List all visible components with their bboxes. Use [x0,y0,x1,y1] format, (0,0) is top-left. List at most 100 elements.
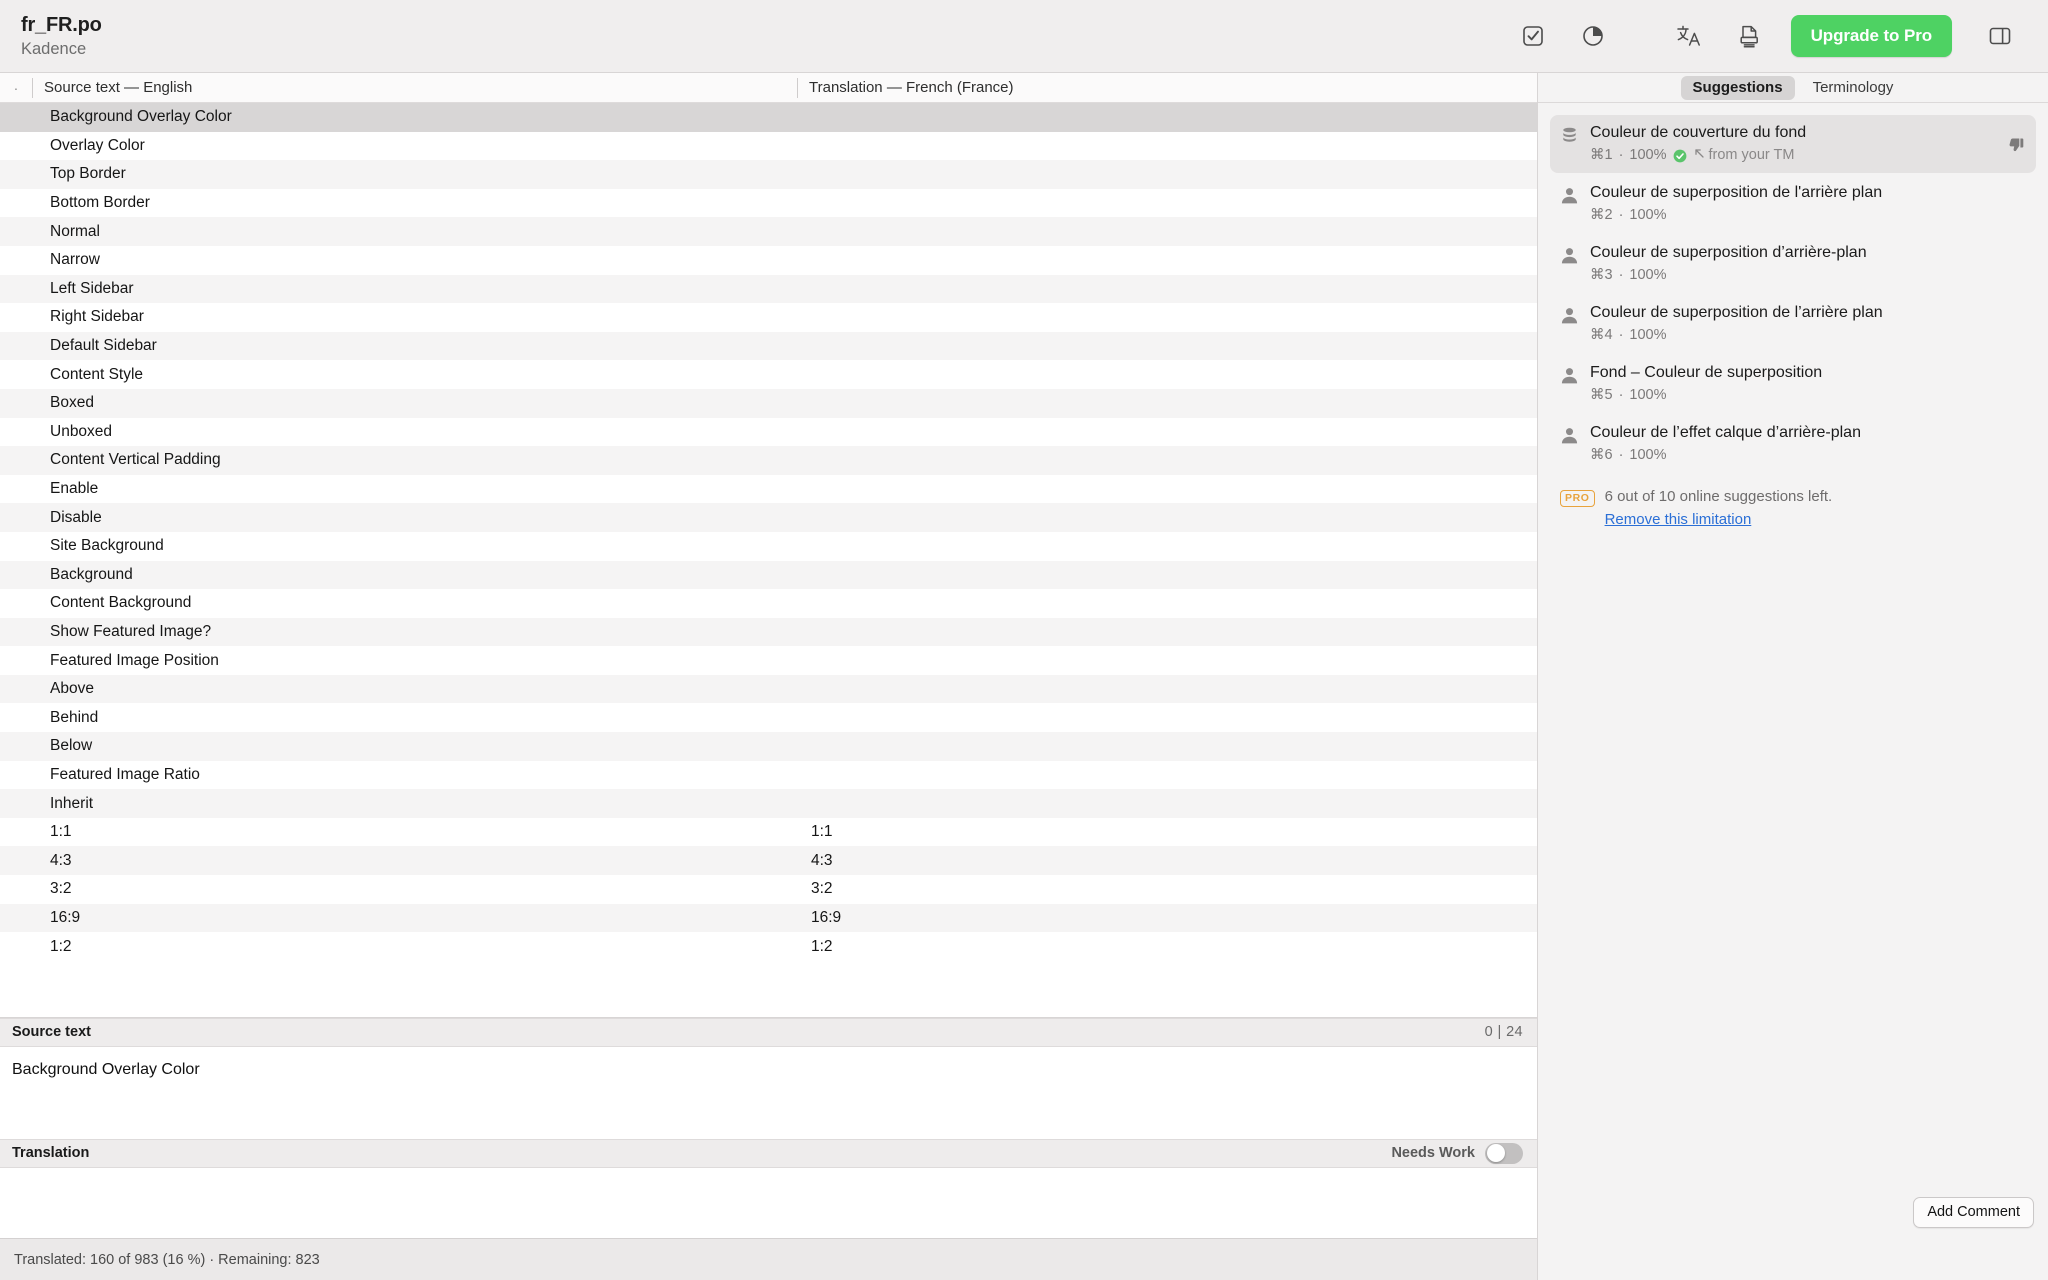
row-source-text: 16:9 [50,908,81,926]
suggestion-body: Couleur de couverture du fond ⌘1 · 100% from… [1590,123,2026,164]
source-text-label: Source text [12,1024,91,1041]
row-marker-column-header: · [13,79,19,96]
suggestion-score: 100% [1629,447,1667,463]
table-row[interactable]: Inherit [0,789,1537,818]
meta-separator-dot: · [1618,447,1624,463]
source-text-display: Background Overlay Color [0,1046,1537,1139]
verified-check-icon [1673,149,1687,163]
row-source-text: 1:1 [50,823,72,841]
person-icon [1560,303,1590,330]
row-source-text: Content Background [50,594,192,612]
upgrade-to-pro-button[interactable]: Upgrade to Pro [1790,15,1952,57]
pro-limitation-note: PRO 6 out of 10 online suggestions left. R… [1550,475,2036,531]
suggestion-item[interactable]: Couleur de couverture du fond ⌘1 · 100% from… [1550,115,2036,173]
character-counter: 0 | 24 [1484,1024,1523,1041]
sidebar-tabs: Suggestions Terminology [1538,73,2048,103]
sidebar-footer: Add Comment [1913,1197,2034,1228]
table-row[interactable]: Content Style [0,360,1537,389]
translation-column-header[interactable]: Translation — French (France) [797,77,1537,98]
suggestion-body: Couleur de superposition d’arrière-plan ⌘… [1590,243,2026,284]
person-icon [1560,183,1590,210]
statistics-pie-chart-icon[interactable] [1571,14,1615,58]
meta-separator-dot: · [1618,327,1624,343]
table-row[interactable]: Default Sidebar [0,331,1537,361]
table-row[interactable]: 16:9 16:9 [0,903,1537,933]
table-row[interactable]: Content Background [0,589,1537,618]
suggestion-item[interactable]: Fond – Couleur de superposition ⌘5 · 100% [1550,355,2036,413]
pre-translate-language-icon[interactable] [1667,14,1711,58]
table-row[interactable]: 1:1 1:1 [0,817,1537,847]
table-row[interactable]: Enable [0,474,1537,504]
suggestion-item[interactable]: Couleur de superposition de l'arrière pl… [1550,175,2036,233]
meta-separator-dot: · [1618,207,1624,223]
row-source-text: Site Background [50,537,164,555]
table-row[interactable]: Left Sidebar [0,274,1537,304]
add-comment-button[interactable]: Add Comment [1913,1197,2034,1228]
table-row[interactable]: Featured Image Ratio [0,760,1537,790]
row-source-text: Featured Image Ratio [50,765,200,783]
table-row[interactable]: Site Background [0,531,1537,561]
suggestion-source-label: from your TM [1708,147,1795,163]
table-row[interactable]: Background Overlay Color [0,103,1537,132]
table-row[interactable]: Top Border [0,160,1537,189]
suggestion-body: Couleur de superposition de l'arrière pl… [1590,183,2026,224]
translation-header: Translation Needs Work [0,1138,1537,1168]
table-row[interactable]: 4:3 4:3 [0,846,1537,876]
body-split: · Source text — English Translation — Fr… [0,73,2048,1280]
table-row[interactable]: Overlay Color [0,131,1537,161]
meta-separator-dot: · [1618,267,1624,283]
validate-checkbox-icon[interactable] [1511,14,1555,58]
table-row[interactable]: Bottom Border [0,188,1537,218]
suggestion-item[interactable]: Couleur de superposition d’arrière-plan ⌘… [1550,235,2036,293]
row-source-text: Overlay Color [50,136,145,154]
suggestion-shortcut: ⌘6 [1590,447,1613,463]
table-row[interactable]: Content Vertical Padding [0,446,1537,475]
poedit-window: fr_FR.po Kadence Upgrade to Pro · Source… [0,0,2048,1280]
tab-suggestions[interactable]: Suggestions [1680,75,1795,100]
tab-terminology[interactable]: Terminology [1801,76,1906,100]
pro-lines: 6 out of 10 online suggestions left. Remo… [1605,487,1833,531]
row-source-text: 3:2 [50,880,72,898]
table-row[interactable]: 3:2 3:2 [0,875,1537,904]
suggestion-body: Couleur de l’effet calque d’arrière-plan… [1590,423,2026,464]
table-row[interactable]: Above [0,674,1537,704]
row-source-text: Below [50,737,93,755]
toggle-sidebar-icon[interactable] [1978,14,2022,58]
suggestion-item[interactable]: Couleur de l’effet calque d’arrière-plan… [1550,415,2036,473]
row-source-text: 4:3 [50,851,72,869]
table-row[interactable]: Boxed [0,388,1537,418]
remove-limitation-link[interactable]: Remove this limitation [1605,509,1833,531]
table-row[interactable]: Show Featured Image? [0,617,1537,647]
row-source-text: Inherit [50,794,94,812]
table-row[interactable]: Normal [0,217,1537,246]
suggestion-body: Couleur de superposition de l’arrière pl… [1590,303,2026,344]
row-source-text: Boxed [50,394,94,412]
needs-work-toggle[interactable] [1485,1142,1523,1164]
table-row[interactable]: Below [0,732,1537,761]
row-source-text: Narrow [50,251,100,269]
sidebar: Suggestions Terminology Couleur de couve… [1537,73,2048,1280]
suggestion-item[interactable]: Couleur de superposition de l’arrière pl… [1550,295,2036,353]
source-column-header[interactable]: Source text — English [32,77,797,98]
string-list[interactable]: Background Overlay Color Overlay Color Top… [0,103,1537,1018]
translation-label: Translation [12,1145,90,1162]
thumbs-down-icon[interactable] [2008,137,2026,160]
table-row[interactable]: Disable [0,503,1537,532]
table-row[interactable]: Unboxed [0,417,1537,447]
meta-separator-dot: · [1618,387,1624,403]
table-row[interactable]: Behind [0,703,1537,733]
export-document-icon[interactable] [1727,14,1771,58]
table-row[interactable]: Background [0,560,1537,590]
translation-input[interactable] [0,1167,1537,1238]
suggestion-meta: ⌘4 · 100% [1590,327,2026,344]
table-row[interactable]: Right Sidebar [0,303,1537,332]
pro-badge: PRO [1560,490,1595,507]
table-row[interactable]: Narrow [0,245,1537,275]
table-row[interactable]: Featured Image Position [0,646,1537,675]
suggestion-list: Couleur de couverture du fond ⌘1 · 100% from… [1538,103,2048,1280]
row-source-text: Above [50,680,94,698]
table-row[interactable]: 1:2 1:2 [0,932,1537,961]
suggestion-text: Fond – Couleur de superposition [1590,364,1823,381]
row-source-text: Featured Image Position [50,651,219,669]
suggestion-text: Couleur de l’effet calque d’arrière-plan [1590,424,1861,441]
